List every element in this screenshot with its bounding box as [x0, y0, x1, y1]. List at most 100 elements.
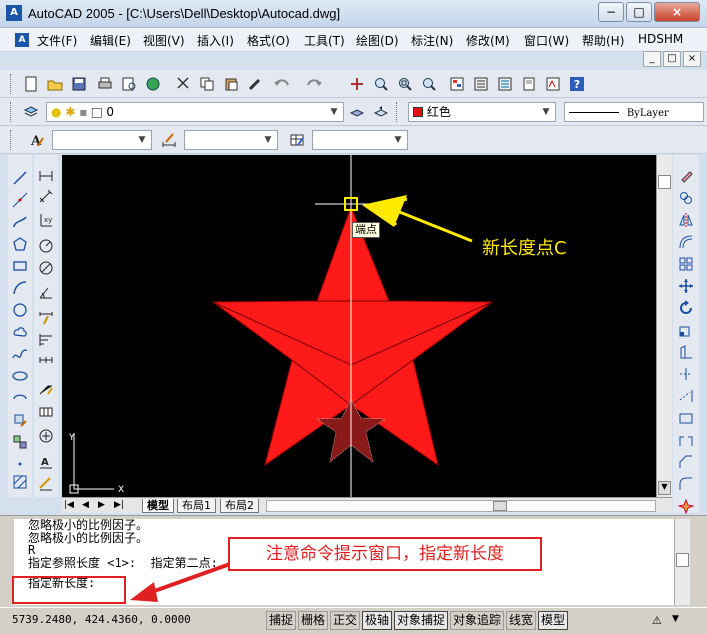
- osnap-toggle[interactable]: 对象捕捉: [394, 611, 449, 630]
- chamfer-icon[interactable]: [675, 451, 697, 473]
- revision-cloud-icon[interactable]: [9, 321, 31, 343]
- line-icon[interactable]: [9, 167, 31, 189]
- dropdown-arrow-icon[interactable]: ▼: [327, 105, 341, 119]
- document-icon[interactable]: A: [15, 33, 29, 47]
- command-scrollbar[interactable]: [674, 519, 690, 605]
- toolbar-grip[interactable]: [396, 102, 399, 122]
- linear-dimension-icon[interactable]: [35, 165, 57, 187]
- canvas-vertical-scrollbar[interactable]: ▼: [656, 155, 672, 497]
- trim-icon[interactable]: [675, 363, 697, 385]
- center-mark-icon[interactable]: [35, 425, 57, 447]
- move-icon[interactable]: [675, 275, 697, 297]
- zoom-realtime-icon[interactable]: [370, 73, 392, 95]
- mdi-minimize-button[interactable]: _: [643, 51, 661, 67]
- redo-icon[interactable]: [302, 73, 324, 95]
- arc-icon[interactable]: [9, 277, 31, 299]
- dropdown-arrow-icon[interactable]: ▼: [539, 105, 553, 119]
- array-icon[interactable]: [675, 253, 697, 275]
- model-toggle[interactable]: 模型: [538, 611, 569, 630]
- hatch-icon[interactable]: [9, 471, 31, 493]
- tab-next-icon[interactable]: ▶: [98, 500, 105, 510]
- make-block-icon[interactable]: [9, 431, 31, 453]
- continue-dimension-icon[interactable]: [35, 351, 57, 373]
- layer-previous-icon[interactable]: [370, 101, 392, 123]
- linetype-combo[interactable]: ByLayer: [564, 102, 704, 122]
- menu-insert[interactable]: 插入(I): [197, 32, 234, 49]
- zoom-previous-icon[interactable]: [418, 73, 440, 95]
- undo-icon[interactable]: [272, 73, 294, 95]
- insert-block-icon[interactable]: [9, 409, 31, 431]
- properties-icon[interactable]: [446, 73, 468, 95]
- menu-help[interactable]: 帮助(H): [582, 32, 624, 49]
- offset-icon[interactable]: [675, 231, 697, 253]
- pan-icon[interactable]: [346, 73, 368, 95]
- layer-combo[interactable]: ● ✱ ▪ ■ 0 ▼: [46, 102, 344, 122]
- circle-icon[interactable]: [9, 299, 31, 321]
- rotate-icon[interactable]: [675, 297, 697, 319]
- print-icon[interactable]: [94, 73, 116, 95]
- tab-model[interactable]: 模型: [142, 499, 174, 513]
- polar-toggle[interactable]: 极轴: [362, 611, 393, 630]
- comm-center-icon[interactable]: ⚠: [652, 614, 662, 627]
- tab-last-icon[interactable]: ▶|: [114, 500, 124, 510]
- markup-icon[interactable]: [542, 73, 564, 95]
- menu-format[interactable]: 格式(O): [247, 32, 290, 49]
- radius-dimension-icon[interactable]: [35, 235, 57, 257]
- scale-icon[interactable]: [675, 319, 697, 341]
- construction-line-icon[interactable]: [9, 189, 31, 211]
- menu-dimension[interactable]: 标注(N): [411, 32, 453, 49]
- make-object-layer-current-icon[interactable]: [346, 101, 368, 123]
- tab-layout1[interactable]: 布局1: [177, 499, 216, 513]
- break-at-point-icon[interactable]: [675, 407, 697, 429]
- canvas-horizontal-scrollbar[interactable]: [266, 500, 656, 512]
- minimize-button[interactable]: −: [598, 2, 624, 22]
- color-combo[interactable]: 红色 ▼: [408, 102, 556, 122]
- tolerance-icon[interactable]: [35, 401, 57, 423]
- fillet-icon[interactable]: [675, 473, 697, 495]
- table-style-icon[interactable]: [286, 129, 308, 151]
- ortho-toggle[interactable]: 正交: [330, 611, 361, 630]
- text-style-icon[interactable]: A: [26, 129, 48, 151]
- sheet-set-icon[interactable]: [518, 73, 540, 95]
- explode-icon[interactable]: [675, 495, 697, 517]
- diameter-dimension-icon[interactable]: [35, 257, 57, 279]
- text-style-combo[interactable]: ▼: [52, 130, 152, 150]
- polyline-icon[interactable]: [9, 211, 31, 233]
- menu-hdshm[interactable]: HDSHM: [638, 32, 683, 46]
- break-icon[interactable]: [675, 429, 697, 451]
- scroll-down-icon[interactable]: ▼: [658, 481, 671, 495]
- scroll-thumb[interactable]: [658, 175, 671, 189]
- command-scroll-thumb[interactable]: [676, 553, 689, 567]
- mdi-restore-button[interactable]: □: [663, 51, 681, 67]
- print-preview-icon[interactable]: [118, 73, 140, 95]
- quick-leader-icon[interactable]: [35, 377, 57, 399]
- dimension-style-icon[interactable]: [158, 129, 180, 151]
- paste-icon[interactable]: [220, 73, 242, 95]
- snap-toggle[interactable]: 捕捉: [266, 611, 297, 630]
- extend-icon[interactable]: [675, 385, 697, 407]
- dimension-text-edit-icon[interactable]: [35, 473, 57, 495]
- mirror-icon[interactable]: [675, 209, 697, 231]
- lineweight-toggle[interactable]: 线宽: [506, 611, 537, 630]
- otrack-toggle[interactable]: 对象追踪: [450, 611, 505, 630]
- rectangle-icon[interactable]: [9, 255, 31, 277]
- grid-toggle[interactable]: 栅格: [298, 611, 329, 630]
- menu-draw[interactable]: 绘图(D): [356, 32, 399, 49]
- design-center-icon[interactable]: [470, 73, 492, 95]
- ellipse-arc-icon[interactable]: [9, 387, 31, 409]
- autocad-app-icon[interactable]: A: [6, 5, 22, 21]
- status-menu-arrow-icon[interactable]: ▼: [672, 614, 679, 624]
- dropdown-arrow-icon[interactable]: ▼: [135, 133, 149, 147]
- stretch-icon[interactable]: [675, 341, 697, 363]
- drawing-canvas[interactable]: Y X: [62, 155, 656, 497]
- menu-window[interactable]: 窗口(W): [524, 32, 569, 49]
- menu-tools[interactable]: 工具(T): [304, 32, 345, 49]
- layer-manager-icon[interactable]: [20, 101, 42, 123]
- spline-icon[interactable]: [9, 343, 31, 365]
- open-icon[interactable]: [44, 73, 66, 95]
- tab-prev-icon[interactable]: ◀: [82, 500, 89, 510]
- aligned-dimension-icon[interactable]: [35, 187, 57, 209]
- tool-palettes-icon[interactable]: [494, 73, 516, 95]
- polygon-icon[interactable]: [9, 233, 31, 255]
- copy-object-icon[interactable]: [675, 187, 697, 209]
